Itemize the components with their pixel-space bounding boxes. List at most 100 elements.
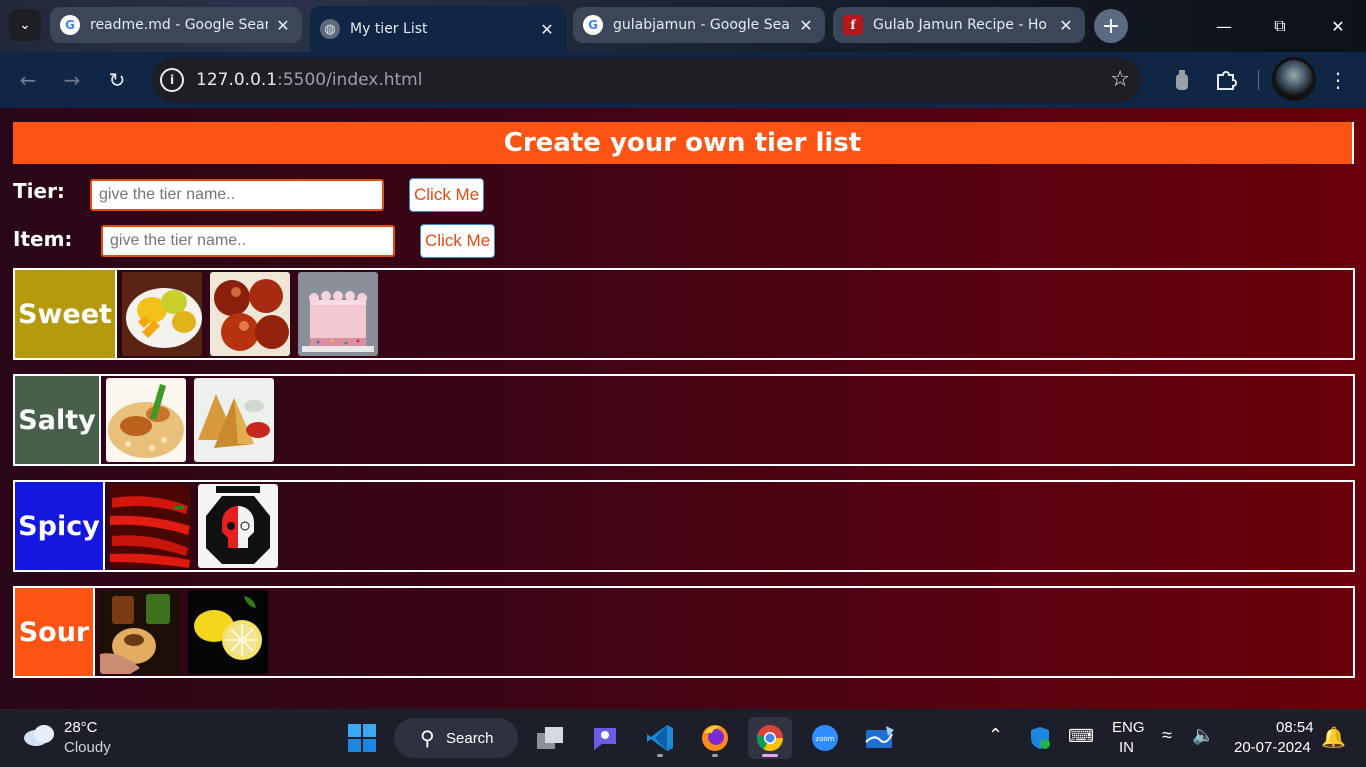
keyboard-icon[interactable]: ⌨ [1068, 726, 1094, 747]
tier-item-mango[interactable] [122, 272, 202, 356]
chat-app-button[interactable] [583, 717, 627, 759]
tab-title: Gulab Jamun Recipe - Ho [873, 17, 1047, 33]
close-icon[interactable]: ✕ [1057, 16, 1075, 35]
tier-name-input[interactable] [90, 179, 384, 211]
tier-item-red-chillies[interactable] [110, 484, 190, 568]
tier-label-salty: Salty [15, 376, 101, 464]
chrome-button[interactable] [748, 717, 792, 759]
tab-gulabjamun-search[interactable]: G gulabjamun - Google Sea ✕ [573, 7, 825, 43]
plus-icon: + [1101, 13, 1121, 39]
taskbar-search[interactable]: ⚲ Search [394, 718, 518, 758]
speaker-icon[interactable]: 🔈 [1192, 725, 1214, 746]
notification-bell-icon[interactable]: 🔔 [1321, 725, 1346, 750]
address-bar[interactable]: i 127.0.0.1 :5500/index.html ☆ [152, 58, 1142, 102]
tier-row-sour: Sour [13, 586, 1355, 678]
tier-item-cake[interactable] [298, 272, 378, 356]
task-view-icon [537, 727, 563, 749]
forward-button[interactable]: → [56, 64, 88, 96]
tier-item-pani-puri[interactable] [100, 590, 180, 674]
vscode-button[interactable] [638, 717, 682, 759]
start-button[interactable] [340, 717, 384, 759]
tab-search-button[interactable]: ⌄ [9, 9, 41, 41]
profile-avatar[interactable] [1272, 57, 1316, 101]
windows-logo-icon [348, 724, 376, 752]
tier-row-salty: Salty [13, 374, 1355, 466]
chat-icon [594, 728, 616, 750]
running-indicator [762, 754, 778, 757]
info-icon[interactable]: i [160, 68, 184, 92]
new-tab-button[interactable]: + [1094, 9, 1128, 43]
clock-time[interactable]: 08:54 [1276, 719, 1314, 736]
close-icon: ✕ [1331, 16, 1345, 36]
firefox-icon [702, 725, 728, 751]
tab-my-tier-list[interactable]: ◍ My tier List ✕ [310, 6, 566, 52]
puzzle-icon[interactable] [1212, 66, 1240, 94]
wifi-icon[interactable]: ≈ [1162, 725, 1172, 746]
cloud-icon [22, 723, 56, 751]
menu-kebab-icon[interactable]: ⋮ [1324, 66, 1352, 94]
tab-gulab-jamun-recipe[interactable]: f Gulab Jamun Recipe - Ho ✕ [833, 7, 1085, 43]
zoom-icon: zoom [812, 725, 838, 751]
tier-item-biryani[interactable] [106, 378, 186, 462]
google-icon: G [60, 15, 80, 35]
search-label: Search [446, 729, 494, 747]
close-window-button[interactable]: ✕ [1310, 0, 1366, 52]
firefox-button[interactable] [693, 717, 737, 759]
zoom-button[interactable]: zoom [803, 717, 847, 759]
browser-toolbar: ← → ↻ i 127.0.0.1 :5500/index.html ☆ ⋮ [0, 52, 1366, 108]
item-name-input[interactable] [101, 225, 395, 257]
task-view-button[interactable] [528, 717, 572, 759]
close-icon[interactable]: ✕ [538, 20, 556, 39]
add-item-button[interactable]: Click Me [420, 224, 496, 258]
bookmark-star-icon[interactable]: ☆ [1110, 67, 1130, 92]
mail-icon [865, 726, 894, 748]
tier-row-sweet: Sweet [13, 268, 1355, 360]
tier-label-spicy: Spicy [15, 482, 105, 570]
tier-list-page: Create your own tier list Tier: Click Me… [0, 108, 1366, 709]
item-label: Item: [13, 227, 73, 251]
page-title: Create your own tier list [13, 122, 1354, 164]
windows-taskbar: 28°C Cloudy ⚲ Search zoom ⌃ ⌨ ENG IN ≈ 🔈… [0, 709, 1366, 767]
vscode-icon [647, 725, 673, 751]
reload-button[interactable]: ↻ [101, 64, 133, 96]
tier-row-spicy: Spicy [13, 480, 1355, 572]
arrow-right-icon: → [63, 68, 81, 92]
tier-label-sweet: Sweet [15, 270, 117, 358]
restore-button[interactable]: ⧉ [1252, 0, 1308, 52]
tab-strip: ⌄ G readme.md - Google Sear ✕ ◍ My tier … [0, 0, 1366, 52]
weather-temp[interactable]: 28°C [64, 719, 98, 736]
mail-app-button[interactable] [858, 717, 902, 759]
running-indicator [657, 754, 663, 757]
extension-bottle-icon[interactable] [1168, 66, 1196, 94]
back-button[interactable]: ← [12, 64, 44, 96]
restore-icon: ⧉ [1274, 16, 1286, 35]
weather-desc[interactable]: Cloudy [64, 739, 111, 756]
minimize-icon: — [1216, 16, 1232, 36]
shield-icon[interactable] [1029, 726, 1051, 754]
add-tier-button[interactable]: Click Me [409, 178, 485, 212]
arrow-left-icon: ← [19, 68, 37, 92]
search-icon: ⚲ [420, 728, 435, 750]
url-host: 127.0.0.1 [196, 70, 278, 90]
minimize-button[interactable]: — [1196, 0, 1252, 52]
language-top[interactable]: ENG [1112, 719, 1145, 736]
clock-date[interactable]: 20-07-2024 [1234, 739, 1311, 756]
tier-item-skull-logo[interactable] [198, 484, 278, 568]
tier-item-gulab-jamun[interactable] [210, 272, 290, 356]
google-icon: G [583, 15, 603, 35]
chevron-up-icon[interactable]: ⌃ [988, 725, 1003, 746]
tier-item-lemon[interactable] [188, 590, 268, 674]
reload-icon: ↻ [108, 68, 126, 92]
tier-label: Tier: [13, 179, 65, 203]
tab-readme[interactable]: G readme.md - Google Sear ✕ [50, 7, 302, 43]
tier-item-samosa[interactable] [194, 378, 274, 462]
tab-title: My tier List [350, 21, 428, 37]
close-icon[interactable]: ✕ [797, 16, 815, 35]
language-bottom[interactable]: IN [1119, 739, 1134, 756]
globe-icon: ◍ [320, 19, 340, 39]
close-icon[interactable]: ✕ [274, 16, 292, 35]
url-path: :5500/index.html [277, 70, 423, 90]
svg-text:zoom: zoom [815, 735, 834, 743]
running-indicator [712, 754, 718, 757]
toolbar-divider [1258, 70, 1259, 90]
